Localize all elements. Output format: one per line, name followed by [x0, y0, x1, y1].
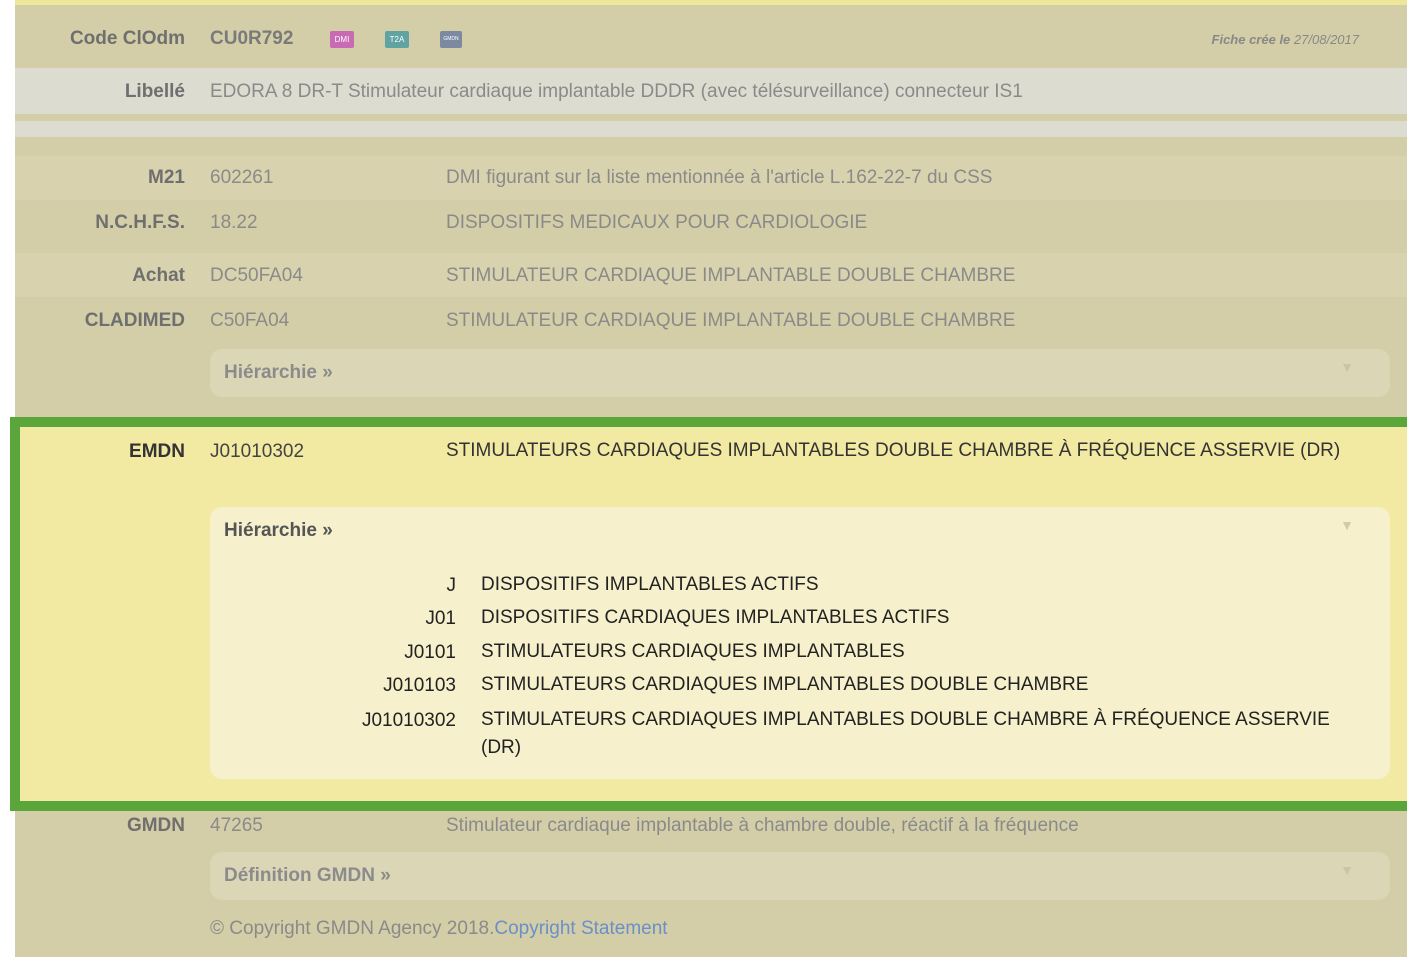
achat-desc: STIMULATEUR CARDIAQUE IMPLANTABLE DOUBLE… — [446, 265, 1016, 286]
code-value: CU0R792 — [210, 28, 294, 49]
code-row: Code ClOdm CU0R792 DMI T2A GMDN Fiche cr… — [15, 22, 1407, 56]
nchfs-label: N.C.H.F.S. — [95, 212, 185, 233]
gmdn-row: GMDN 47265 Stimulateur cardiaque implant… — [15, 811, 1407, 841]
creation-date-value: 27/08/2017 — [1293, 32, 1359, 47]
classification-row-achat: Achat DC50FA04 STIMULATEUR CARDIAQUE IMP… — [15, 253, 1407, 297]
achat-code: DC50FA04 — [210, 265, 303, 286]
hierarchy-code: J01 — [425, 608, 456, 629]
gmdn-label: GMDN — [126, 815, 185, 836]
emdn-hierarchy-toggle[interactable]: Hiérarchie » — [224, 520, 333, 542]
nchfs-code: 18.22 — [210, 212, 258, 233]
top-accent-line — [15, 0, 1407, 5]
emdn-hierarchy-panel: Hiérarchie » ▼ J DISPOSITIFS IMPLANTABLE… — [210, 507, 1390, 779]
libelle-value: EDORA 8 DR-T Stimulateur cardiaque impla… — [210, 81, 1023, 102]
hierarchy-text: STIMULATEURS CARDIAQUES IMPLANTABLES DOU… — [481, 674, 1089, 695]
badge-dmi-label: DMI — [330, 31, 354, 49]
separator-band — [15, 121, 1407, 137]
copyright-statement-link[interactable]: Copyright Statement — [494, 918, 667, 939]
hierarchy-code: J01010302 — [361, 710, 456, 731]
hierarchy-text: STIMULATEURS CARDIAQUES IMPLANTABLES — [481, 641, 905, 662]
emdn-code: J01010302 — [210, 441, 305, 462]
badge-t2a-label: T2A — [385, 31, 409, 49]
gmdn-definition-toggle[interactable]: Définition GMDN » ▼ — [210, 852, 1390, 900]
badge-gmdn[interactable]: GMDN — [440, 29, 462, 51]
emdn-label: EMDN — [129, 441, 185, 462]
gmdn-code: 47265 — [210, 815, 263, 836]
libelle-label: Libellé — [124, 81, 185, 102]
code-label: Code ClOdm — [69, 28, 185, 49]
emdn-row: EMDN J01010302 STIMULATEURS CARDIAQUES I… — [15, 437, 1407, 497]
hierarchy-text: DISPOSITIFS CARDIAQUES IMPLANTABLES ACTI… — [481, 607, 950, 628]
hierarchy-text: DISPOSITIFS IMPLANTABLES ACTIFS — [481, 574, 819, 595]
m21-code: 602261 — [210, 167, 274, 188]
m21-desc: DMI figurant sur la liste mentionnée à l… — [446, 167, 993, 188]
gmdn-copyright: © Copyright GMDN Agency 2018.Copyright S… — [210, 918, 668, 940]
cladimed-hierarchy-toggle[interactable]: Hiérarchie » ▼ — [210, 349, 1390, 397]
gmdn-desc: Stimulateur cardiaque implantable à cham… — [446, 815, 1079, 836]
copyright-text: © Copyright GMDN Agency 2018. — [210, 918, 495, 939]
nchfs-desc: DISPOSITIFS MEDICAUX POUR CARDIOLOGIE — [446, 212, 868, 233]
hierarchy-code: J010103 — [383, 675, 456, 696]
chevron-down-icon: ▼ — [1340, 359, 1354, 375]
badge-dmi[interactable]: DMI — [330, 29, 354, 51]
cladimed-code: C50FA04 — [210, 310, 290, 331]
gmdn-definition-label: Définition GMDN » — [224, 865, 391, 886]
badge-t2a[interactable]: T2A — [385, 29, 409, 51]
emdn-desc: STIMULATEURS CARDIAQUES IMPLANTABLES DOU… — [446, 440, 1341, 461]
achat-label: Achat — [132, 265, 185, 286]
creation-date-prefix: Fiche crée le — [1211, 32, 1291, 47]
hierarchy-code: J — [446, 575, 457, 596]
hierarchy-code: J0101 — [404, 642, 456, 663]
cladimed-desc: STIMULATEUR CARDIAQUE IMPLANTABLE DOUBLE… — [446, 310, 1016, 331]
libelle-row: Libellé EDORA 8 DR-T Stimulateur cardiaq… — [15, 68, 1407, 114]
creation-date: Fiche crée le 27/08/2017 — [1212, 32, 1359, 47]
classification-row-nchfs: N.C.H.F.S. 18.22 DISPOSITIFS MEDICAUX PO… — [15, 200, 1407, 250]
hierarchy-text: STIMULATEURS CARDIAQUES IMPLANTABLES DOU… — [481, 709, 1330, 758]
m21-label: M21 — [148, 167, 185, 188]
badge-gmdn-label: GMDN — [440, 31, 462, 49]
cladimed-hierarchy-label: Hiérarchie » — [224, 362, 333, 383]
classification-row-m21: M21 602261 DMI figurant sur la liste men… — [15, 156, 1407, 200]
chevron-down-icon[interactable]: ▼ — [1340, 517, 1354, 533]
classification-row-cladimed: CLADIMED C50FA04 STIMULATEUR CARDIAQUE I… — [15, 299, 1407, 343]
chevron-down-icon: ▼ — [1340, 862, 1354, 878]
cladimed-label: CLADIMED — [84, 310, 185, 331]
